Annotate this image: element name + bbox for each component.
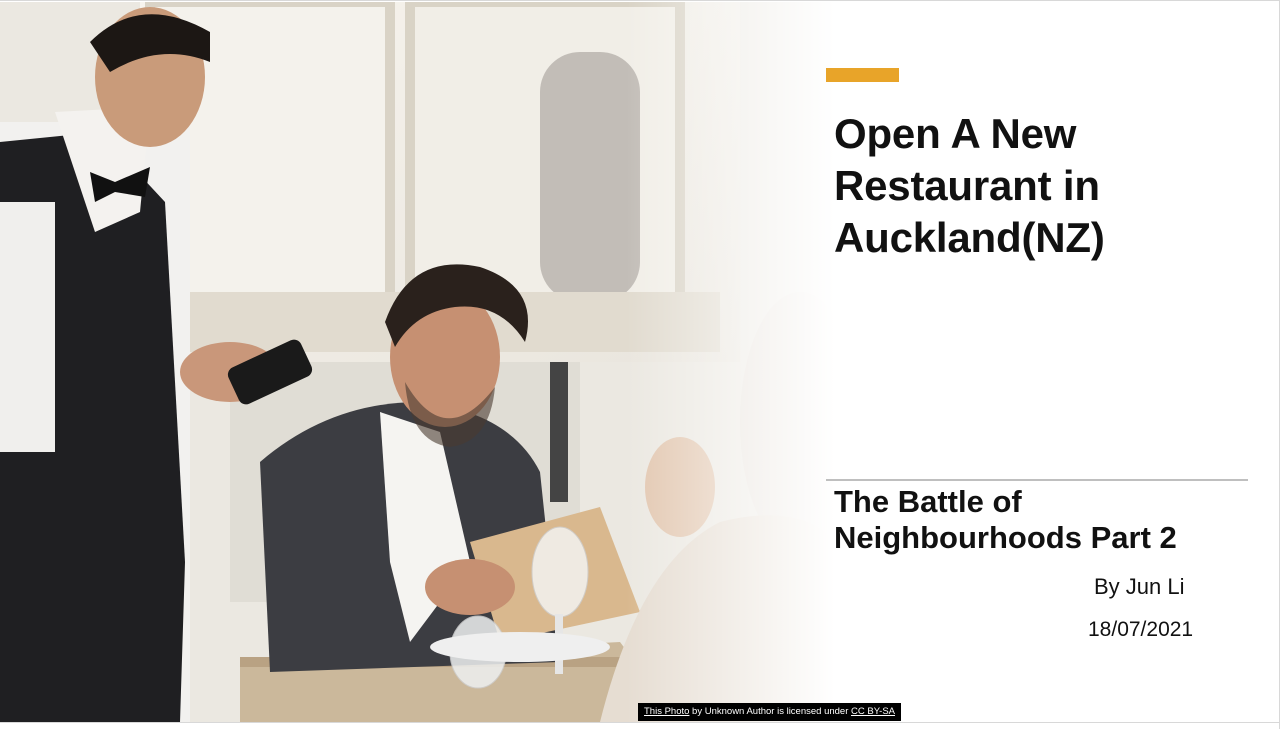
attribution-text: by Unknown Author is licensed under bbox=[689, 706, 852, 717]
slide: Open A New Restaurant in Auckland(NZ) Th… bbox=[0, 0, 1280, 729]
author-text: By Jun Li bbox=[1094, 574, 1185, 599]
photo-link[interactable]: This Photo bbox=[644, 706, 689, 717]
accent-bar bbox=[826, 68, 899, 82]
slide-title: Open A New Restaurant in Auckland(NZ) bbox=[834, 110, 1105, 261]
title-divider bbox=[826, 479, 1248, 481]
photo-attribution: This Photo by Unknown Author is licensed… bbox=[638, 703, 902, 721]
slide-border-bottom bbox=[0, 722, 1280, 723]
slide-subtitle: The Battle of Neighbourhoods Part 2 bbox=[834, 484, 1177, 555]
date-text: 18/07/2021 bbox=[1088, 618, 1194, 641]
license-link[interactable]: CC BY-SA bbox=[851, 706, 895, 717]
restaurant-photo bbox=[0, 2, 835, 722]
slide-border-top bbox=[0, 0, 1280, 1]
